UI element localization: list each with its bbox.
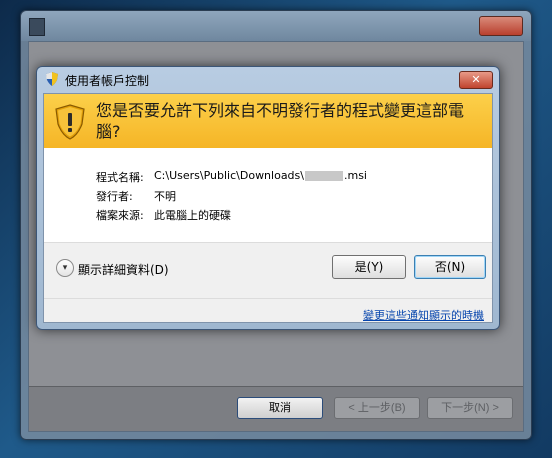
file-source-row: 檔案來源: 此電腦上的硬碟 bbox=[96, 207, 231, 223]
warning-header: 您是否要允許下列來自不明發行者的程式變更這部電腦? bbox=[44, 94, 492, 149]
notification-settings-link[interactable]: 變更這些通知顯示的時機 bbox=[363, 307, 484, 323]
shield-icon bbox=[46, 72, 58, 86]
close-icon: ✕ bbox=[471, 73, 481, 86]
show-details-toggle[interactable]: 顯示詳細資料(D) bbox=[78, 261, 169, 278]
file-source-label: 檔案來源: bbox=[96, 209, 144, 222]
program-name-row: 程式名稱: C:\Users\Public\Downloads\ .msi bbox=[96, 169, 367, 185]
redacted-filename bbox=[304, 171, 343, 181]
uac-dialog: 使用者帳戶控制 ✕ 您是否要允許下列來自不明發行者的程式變更這部電腦? 程式名稱… bbox=[36, 66, 500, 330]
background-back-button[interactable]: < 上一步(B) bbox=[334, 397, 420, 419]
installer-app-icon bbox=[29, 18, 45, 36]
background-close-button[interactable] bbox=[479, 16, 523, 36]
no-button[interactable]: 否(N) bbox=[414, 255, 486, 279]
chevron-down-icon[interactable]: ▾ bbox=[56, 259, 74, 277]
link-area: 變更這些通知顯示的時機 bbox=[44, 298, 492, 322]
background-footer: 取消 < 上一步(B) 下一步(N) > bbox=[29, 386, 523, 431]
background-titlebar bbox=[21, 11, 531, 41]
warning-shield-icon bbox=[55, 104, 85, 140]
question-text: 您是否要允許下列來自不明發行者的程式變更這部電腦? bbox=[96, 101, 465, 141]
background-cancel-button[interactable]: 取消 bbox=[237, 397, 323, 419]
program-name-label: 程式名稱: bbox=[96, 171, 144, 184]
file-source-value: 此電腦上的硬碟 bbox=[154, 209, 231, 222]
close-button[interactable]: ✕ bbox=[459, 71, 493, 89]
dialog-client: 您是否要允許下列來自不明發行者的程式變更這部電腦? 程式名稱: C:\Users… bbox=[43, 93, 493, 323]
button-area: ▾ 顯示詳細資料(D) 是(Y) 否(N) bbox=[44, 242, 492, 299]
background-next-button[interactable]: 下一步(N) > bbox=[427, 397, 513, 419]
yes-button[interactable]: 是(Y) bbox=[332, 255, 406, 279]
program-name-value: C:\Users\Public\Downloads\ .msi bbox=[154, 169, 367, 182]
program-path-prefix: C:\Users\Public\Downloads\ bbox=[154, 169, 304, 182]
dialog-title: 使用者帳戶控制 bbox=[65, 74, 150, 88]
publisher-value: 不明 bbox=[154, 190, 176, 203]
program-details: 程式名稱: C:\Users\Public\Downloads\ .msi 發行者… bbox=[44, 148, 492, 242]
uac-titlebar: 使用者帳戶控制 ✕ bbox=[37, 67, 499, 91]
publisher-row: 發行者: 不明 bbox=[96, 188, 176, 204]
publisher-label: 發行者: bbox=[96, 190, 133, 203]
program-path-suffix: .msi bbox=[343, 169, 367, 182]
